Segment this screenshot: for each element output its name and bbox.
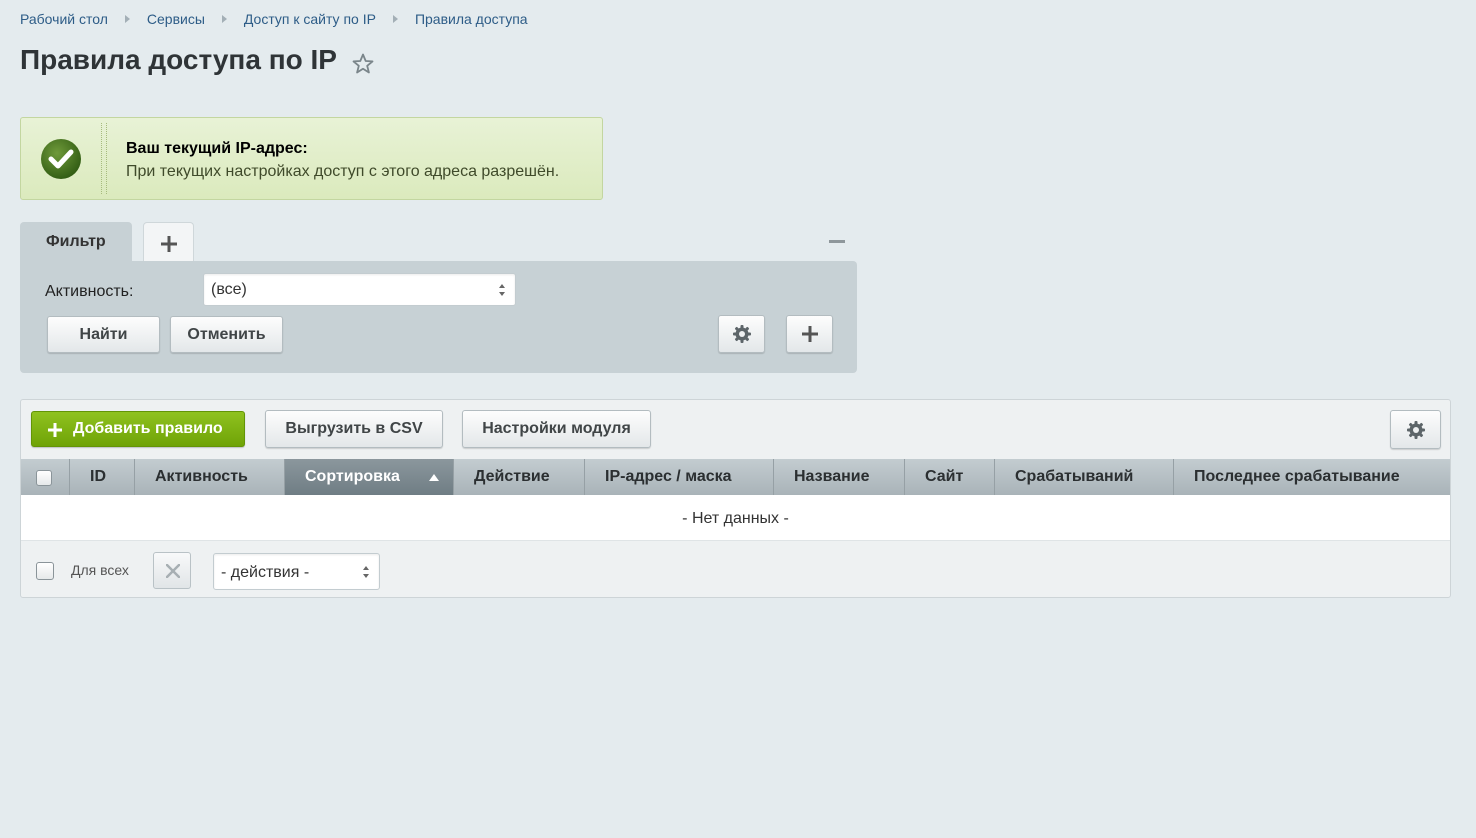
add-filter-field-button[interactable]	[786, 315, 833, 353]
module-settings-button[interactable]: Настройки модуля	[462, 410, 651, 448]
column-sort[interactable]: Сортировка	[285, 459, 454, 495]
check-circle-icon	[41, 139, 81, 179]
plus-icon	[161, 236, 177, 252]
column-id[interactable]: ID	[70, 459, 135, 495]
filter-settings-button[interactable]	[718, 315, 765, 353]
actions-select-value: - действия -	[221, 564, 310, 581]
column-name[interactable]: Название	[774, 459, 905, 495]
chevron-right-icon	[124, 15, 130, 23]
for-all-label: Для всех	[71, 562, 129, 578]
column-site[interactable]: Сайт	[905, 459, 995, 495]
breadcrumb-ip-access[interactable]: Доступ к сайту по IP	[244, 11, 376, 27]
add-filter-tab-button[interactable]	[143, 222, 194, 262]
chevron-right-icon	[221, 15, 227, 23]
breadcrumb-access-rules[interactable]: Правила доступа	[415, 11, 528, 27]
close-icon	[166, 564, 180, 578]
actions-select[interactable]: - действия -	[213, 553, 380, 590]
find-button[interactable]: Найти	[47, 316, 160, 353]
sort-asc-icon	[429, 474, 439, 481]
gear-icon	[732, 325, 751, 343]
select-arrows-icon	[363, 565, 371, 578]
notice-text: При текущих настройках доступ с этого ад…	[126, 163, 560, 180]
chevron-right-icon	[392, 15, 398, 23]
activity-label: Активность:	[45, 283, 134, 300]
export-csv-button[interactable]: Выгрузить в CSV	[265, 410, 443, 448]
activity-select[interactable]: (все)	[203, 273, 516, 306]
breadcrumb: Рабочий стол Сервисы Доступ к сайту по I…	[20, 11, 528, 27]
ip-status-notice: Ваш текущий IP-адрес: При текущих настро…	[20, 117, 603, 200]
notice-title: Ваш текущий IP-адрес:	[126, 140, 308, 157]
plus-icon	[801, 326, 818, 342]
select-all-column	[21, 459, 70, 495]
page-title: Правила доступа по IP	[20, 44, 337, 75]
add-rule-label: Добавить правило	[73, 420, 223, 437]
plus-icon	[48, 423, 62, 437]
column-last-hit[interactable]: Последнее срабатывание	[1174, 459, 1450, 495]
grid-settings-button[interactable]	[1390, 410, 1441, 449]
for-all-checkbox[interactable]	[36, 562, 54, 580]
breadcrumb-services[interactable]: Сервисы	[147, 11, 205, 27]
column-action[interactable]: Действие	[454, 459, 585, 495]
divider	[101, 123, 107, 194]
breadcrumb-desktop[interactable]: Рабочий стол	[20, 11, 108, 27]
column-ip-mask[interactable]: IP-адрес / маска	[585, 459, 774, 495]
column-hits[interactable]: Срабатываний	[995, 459, 1174, 495]
star-icon[interactable]	[351, 52, 375, 76]
add-rule-button[interactable]: Добавить правило	[31, 411, 245, 447]
gear-icon	[1406, 420, 1425, 439]
activity-select-value: (все)	[211, 281, 247, 298]
column-activity[interactable]: Активность	[135, 459, 285, 495]
empty-row: - Нет данных -	[21, 495, 1450, 541]
collapse-filter-icon[interactable]	[829, 240, 845, 243]
select-all-checkbox[interactable]	[36, 470, 52, 486]
table-header: ID Активность Сортировка Действие IP-адр…	[21, 459, 1450, 495]
delete-button[interactable]	[153, 552, 191, 589]
cancel-button[interactable]: Отменить	[170, 316, 283, 353]
column-sort-label: Сортировка	[305, 468, 400, 485]
tab-filter[interactable]: Фильтр	[20, 222, 132, 262]
select-arrows-icon	[499, 283, 507, 296]
